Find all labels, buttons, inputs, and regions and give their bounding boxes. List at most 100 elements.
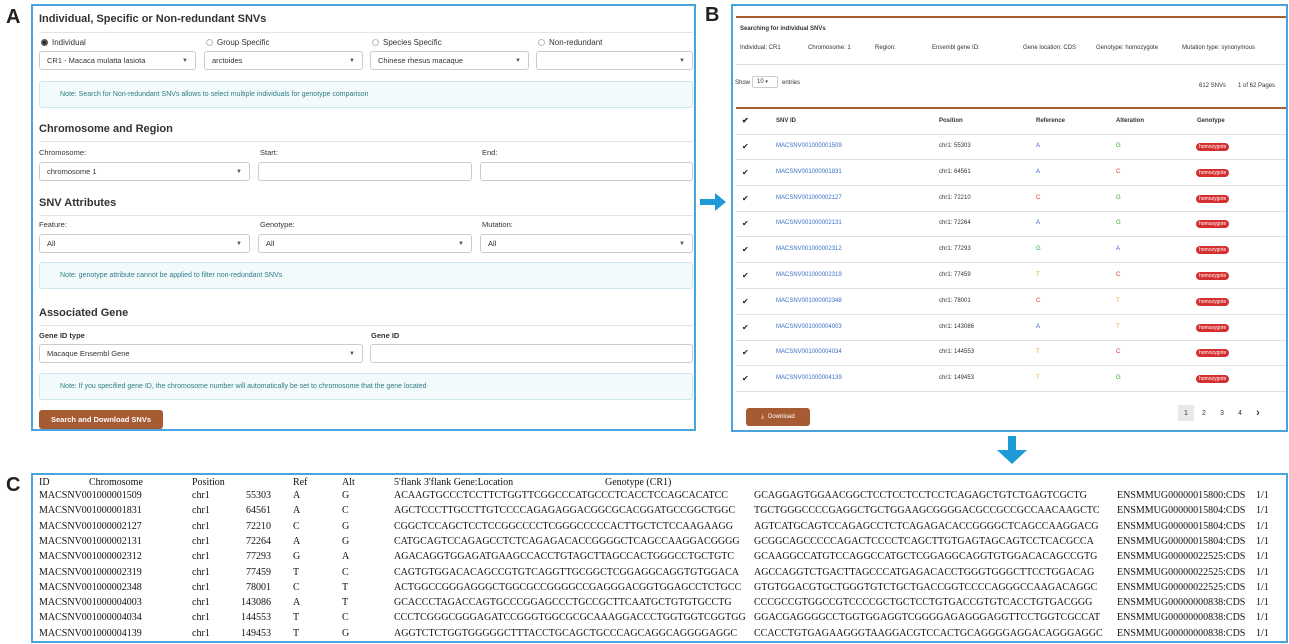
radio-group-specific[interactable]: Group Specific bbox=[206, 38, 269, 47]
caret-down-icon: ▼ bbox=[349, 351, 355, 357]
row-checkbox[interactable]: ✔ bbox=[742, 246, 749, 254]
page-1-button[interactable]: 1 bbox=[1178, 405, 1194, 421]
row-checkbox[interactable]: ✔ bbox=[742, 375, 749, 383]
start-input[interactable] bbox=[258, 162, 472, 181]
row-checkbox[interactable]: ✔ bbox=[742, 220, 749, 228]
chromosome-cell: chr1 bbox=[192, 520, 210, 532]
gene-id-input[interactable] bbox=[370, 344, 693, 363]
flank-3-cell: CCACCTGTGAGAAGGGTAAGGACGTCCACTGCAGGGGAGG… bbox=[754, 627, 1103, 639]
individual-select[interactable]: CR1 - Macaca mulatta lasiota ▼ bbox=[39, 51, 196, 70]
snv-id-link[interactable]: MACSNV001000001509 bbox=[776, 143, 842, 149]
table-row: ✔ MACSNV001000002319 chr1: 77459 T Chomozygo… bbox=[736, 263, 1286, 289]
row-checkbox[interactable]: ✔ bbox=[742, 323, 749, 331]
row-checkbox[interactable]: ✔ bbox=[742, 168, 749, 176]
snv-id-link[interactable]: MACSNV001000002348 bbox=[776, 298, 842, 304]
page-2-button[interactable]: 2 bbox=[1196, 405, 1212, 421]
ref-cell: C bbox=[293, 520, 300, 532]
next-page-button[interactable]: › bbox=[1250, 405, 1266, 421]
radio-species-specific[interactable]: Species Specific bbox=[372, 38, 442, 47]
flank-3-cell: GCGGCAGCCCCCAGACTCCCCTCAGCTTGTGAGTAGCAGT… bbox=[754, 535, 1094, 547]
row-checkbox[interactable]: ✔ bbox=[742, 272, 749, 280]
group-select[interactable]: arctoides ▼ bbox=[204, 51, 363, 70]
col-alteration: Alteration bbox=[1116, 118, 1145, 124]
panel-label-a: A bbox=[6, 6, 21, 28]
entries-select[interactable]: 10 ▾ bbox=[752, 76, 778, 88]
download-button[interactable]: ⤓ Download bbox=[746, 408, 810, 426]
select-value: All bbox=[266, 239, 275, 248]
genotype-select[interactable]: All ▼ bbox=[258, 234, 472, 253]
caret-down-icon: ▼ bbox=[679, 58, 685, 64]
page-count: 1 of 62 Pages bbox=[1238, 83, 1276, 89]
filter-chromosome: Chromosome: 1 bbox=[808, 45, 851, 51]
page-3-button[interactable]: 3 bbox=[1214, 405, 1230, 421]
chromosome-cell: chr1 bbox=[192, 597, 210, 609]
results-table: ✔ SNV ID Position Reference Alteration G… bbox=[736, 107, 1286, 393]
radio-non-redundant[interactable]: Non-redundant bbox=[538, 38, 602, 47]
position-cell: chr1: 72264 bbox=[939, 220, 971, 227]
header-flanks: 5'flank 3'flank Gene:Location bbox=[394, 477, 514, 488]
genotype-cell: 1/1 bbox=[1256, 566, 1269, 578]
download-label: Download bbox=[767, 414, 795, 420]
flank-5-cell: AGCTCCCTTGCCTTGTCCCCAGAGAGGACGGCGCACGGAT… bbox=[394, 505, 736, 517]
select-value: CR1 - Macaca mulatta lasiota bbox=[47, 56, 146, 65]
page-4-button[interactable]: 4 bbox=[1232, 405, 1248, 421]
section-title-attributes: SNV Attributes bbox=[39, 197, 117, 209]
alt-cell: T bbox=[342, 597, 349, 609]
row-checkbox[interactable]: ✔ bbox=[742, 349, 749, 357]
chromosome-cell: chr1 bbox=[192, 490, 210, 501]
gene-location-cell: ENSMMUG00000015800:CDS bbox=[1117, 490, 1246, 501]
header-position: Position bbox=[192, 477, 225, 488]
reference-cell: C bbox=[1036, 297, 1041, 304]
snv-id-link[interactable]: MACSNV001000004003 bbox=[776, 324, 842, 330]
snv-id-link[interactable]: MACSNV001000002127 bbox=[776, 195, 842, 201]
table-row: ✔ MACSNV001000004034 chr1: 144553 T Chomozyg… bbox=[736, 340, 1286, 367]
ref-cell: G bbox=[293, 551, 301, 563]
results-title: Searching for individual SNVs bbox=[740, 26, 826, 32]
section-title-snvs: Individual, Specific or Non-redundant SN… bbox=[39, 13, 267, 25]
radio-individual[interactable]: Individual bbox=[41, 38, 86, 47]
note-non-redundant: Note: Search for Non-redundant SNVs allo… bbox=[39, 81, 693, 108]
reference-cell: T bbox=[1036, 375, 1040, 382]
row-checkbox[interactable]: ✔ bbox=[742, 194, 749, 202]
reference-cell: A bbox=[1036, 323, 1041, 330]
genotype-badge: homozygote bbox=[1196, 168, 1230, 177]
caret-down-icon: ▼ bbox=[349, 58, 355, 64]
snv-id-link[interactable]: MACSNV001000004034 bbox=[776, 349, 842, 355]
snv-id-link[interactable]: MACSNV001000002319 bbox=[776, 272, 842, 278]
search-download-button[interactable]: Search and Download SNVs bbox=[39, 410, 163, 429]
alteration-cell: C bbox=[1116, 272, 1121, 278]
non-redundant-select[interactable]: ▼ bbox=[536, 51, 693, 70]
reference-cell: T bbox=[1036, 272, 1040, 278]
gene-id-type-label: Gene ID type bbox=[39, 331, 85, 340]
radio-unchecked-icon bbox=[538, 39, 545, 46]
snv-id-link[interactable]: MACSNV001000004139 bbox=[776, 375, 842, 381]
mutation-select[interactable]: All ▼ bbox=[480, 234, 693, 253]
feature-select[interactable]: All ▼ bbox=[39, 234, 250, 253]
row-checkbox[interactable]: ✔ bbox=[742, 297, 749, 305]
select-all-checkbox[interactable]: ✔ bbox=[742, 117, 749, 125]
header-ref: Ref bbox=[293, 477, 308, 488]
caret-down-icon: ▼ bbox=[515, 58, 521, 64]
ref-cell: A bbox=[293, 597, 301, 609]
end-input[interactable] bbox=[480, 162, 693, 181]
caret-down-icon: ▼ bbox=[458, 241, 464, 247]
chromosome-select[interactable]: chromosome 1 ▼ bbox=[39, 162, 250, 181]
snv-id-link[interactable]: MACSNV001000001831 bbox=[776, 169, 842, 175]
snv-id-cell: MACSNV001000001831 bbox=[39, 505, 142, 517]
show-label: Show bbox=[735, 80, 751, 86]
chromosome-label: Chromosome: bbox=[39, 148, 87, 157]
search-form-panel: Individual, Specific or Non-redundant SN… bbox=[31, 4, 696, 431]
flank-5-cell: AGACAGGTGGAGATGAAGCCACCTGTAGCTTAGCCACTGG… bbox=[394, 551, 735, 563]
genotype-cell: 1/1 bbox=[1256, 627, 1269, 639]
snv-id-link[interactable]: MACSNV001000002131 bbox=[776, 220, 842, 226]
genotype-cell: 1/1 bbox=[1256, 490, 1269, 501]
row-checkbox[interactable]: ✔ bbox=[742, 143, 749, 151]
species-select[interactable]: Chinese rhesus macaque ▼ bbox=[370, 51, 529, 70]
reference-cell: A bbox=[1036, 143, 1041, 149]
snv-id-link[interactable]: MACSNV001000002312 bbox=[776, 246, 842, 252]
gene-id-type-select[interactable]: Macaque Ensembl Gene ▼ bbox=[39, 344, 363, 363]
genotype-cell: 1/1 bbox=[1256, 551, 1269, 563]
gene-location-cell: ENSMMUG00000022525:CDS bbox=[1117, 581, 1246, 593]
position-cell: chr1: 77459 bbox=[939, 272, 971, 278]
alteration-cell: G bbox=[1116, 375, 1121, 382]
